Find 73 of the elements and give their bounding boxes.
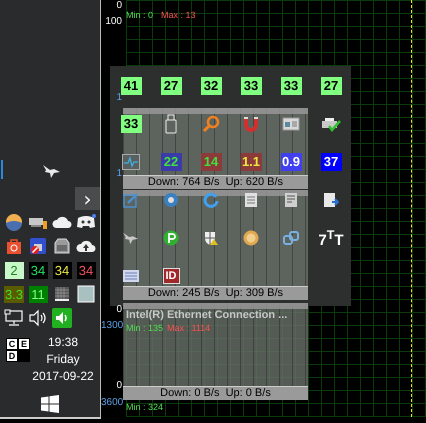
graph-stat: Max : 1114 [167, 323, 210, 333]
document-icon[interactable] [244, 192, 258, 208]
windows-logo-icon[interactable] [41, 395, 59, 413]
graph-stat: Min : 324 [126, 402, 164, 412]
graph-stat: Max : 13 [161, 10, 196, 20]
tray-counter[interactable]: 34 [76, 262, 96, 278]
clock-date: 2017-09-22 [32, 368, 94, 385]
tray-counter[interactable]: 32 [200, 77, 222, 95]
graph-stat: Min : 135 [126, 323, 164, 333]
transfer-rate: Down: 245 B/s Up: 309 B/s [123, 286, 308, 300]
tray-counter[interactable]: 27 [160, 77, 182, 95]
tray-counter[interactable]: 27 [320, 77, 342, 95]
jet-icon[interactable] [122, 231, 140, 245]
graph-stat: Min : 0 [126, 10, 154, 20]
tray-counter[interactable]: 14 [200, 153, 222, 171]
cloud-icon[interactable] [52, 215, 72, 229]
speaker-icon[interactable] [28, 309, 48, 327]
jet-icon[interactable] [42, 163, 62, 179]
tray-counter[interactable]: 3.3 [4, 286, 24, 302]
id-icon[interactable]: ID [162, 268, 180, 284]
active-indicator [1, 160, 3, 179]
network-monitor-icon[interactable] [4, 309, 24, 327]
clock-day: Friday [46, 351, 80, 368]
show-hidden-icons-button[interactable]: › [75, 187, 100, 210]
chain-link-icon[interactable] [283, 230, 299, 246]
axis-label: 0 [115, 380, 122, 391]
window-icon[interactable] [282, 117, 300, 131]
tray-counter[interactable]: 37 [320, 153, 342, 171]
printer-check-icon[interactable] [321, 116, 341, 132]
axis-label: 1 [115, 92, 122, 103]
blocked-lock-icon[interactable] [29, 237, 47, 255]
axis-label: 100 [104, 16, 122, 27]
tray-counter[interactable]: 22 [160, 153, 182, 171]
shield-warning-icon[interactable] [203, 230, 219, 246]
usb-drive-icon[interactable] [165, 114, 177, 134]
magnifier-icon[interactable] [202, 115, 220, 133]
checkbox-pencil-icon[interactable] [123, 192, 139, 208]
tray-counter[interactable]: 34 [52, 262, 72, 278]
document-arrow-icon[interactable] [323, 192, 339, 208]
sphere-icon[interactable] [5, 213, 23, 231]
tray-counter[interactable]: 1.1 [240, 153, 262, 171]
keyboard-layout-icon[interactable]: C E D [6, 338, 30, 362]
disc-icon[interactable] [243, 230, 259, 246]
tray-counter[interactable]: 41 [120, 77, 142, 95]
game-controller-icon[interactable] [76, 214, 96, 230]
tray-counter[interactable]: 33 [240, 77, 262, 95]
tray-counter[interactable]: 34 [28, 262, 48, 278]
axis-label: 0 [115, 304, 122, 315]
transfer-rate: Down: 0 B/s Up: 0 B/s [123, 386, 308, 400]
clock-time: 19:38 [48, 334, 78, 351]
p-circle-icon[interactable] [163, 230, 179, 246]
axis-label: 0 [115, 0, 122, 11]
tray-counter[interactable]: 33 [280, 77, 302, 95]
cloud-upload-icon[interactable] [76, 239, 96, 253]
axis-label: 1 [115, 168, 122, 179]
adapter-title: Intel(R) Ethernet Connection ... [126, 309, 288, 321]
globe-icon[interactable] [163, 192, 179, 208]
disk-drive-icon[interactable] [53, 237, 71, 255]
pulse-icon[interactable] [122, 154, 140, 170]
tray-counter[interactable]: 0.9 [280, 153, 302, 171]
axis-label: 3600 [101, 397, 122, 408]
shopping-bag-icon[interactable] [5, 237, 23, 255]
notepad-icon[interactable] [122, 269, 140, 283]
document-icon[interactable] [284, 192, 298, 208]
magnet-icon[interactable] [243, 116, 259, 132]
grid-icon[interactable] [54, 286, 70, 302]
square-icon[interactable] [77, 285, 95, 303]
tray-counter[interactable]: 33 [120, 115, 142, 133]
transfer-rate: Down: 764 B/s Up: 620 B/s [123, 175, 308, 189]
font-icon[interactable]: 7$^{T}$T [318, 228, 344, 248]
axis-label: 1300 [101, 320, 122, 331]
tray-counter[interactable]: 2 [4, 262, 24, 278]
tray-counter[interactable]: 11 [28, 286, 48, 302]
